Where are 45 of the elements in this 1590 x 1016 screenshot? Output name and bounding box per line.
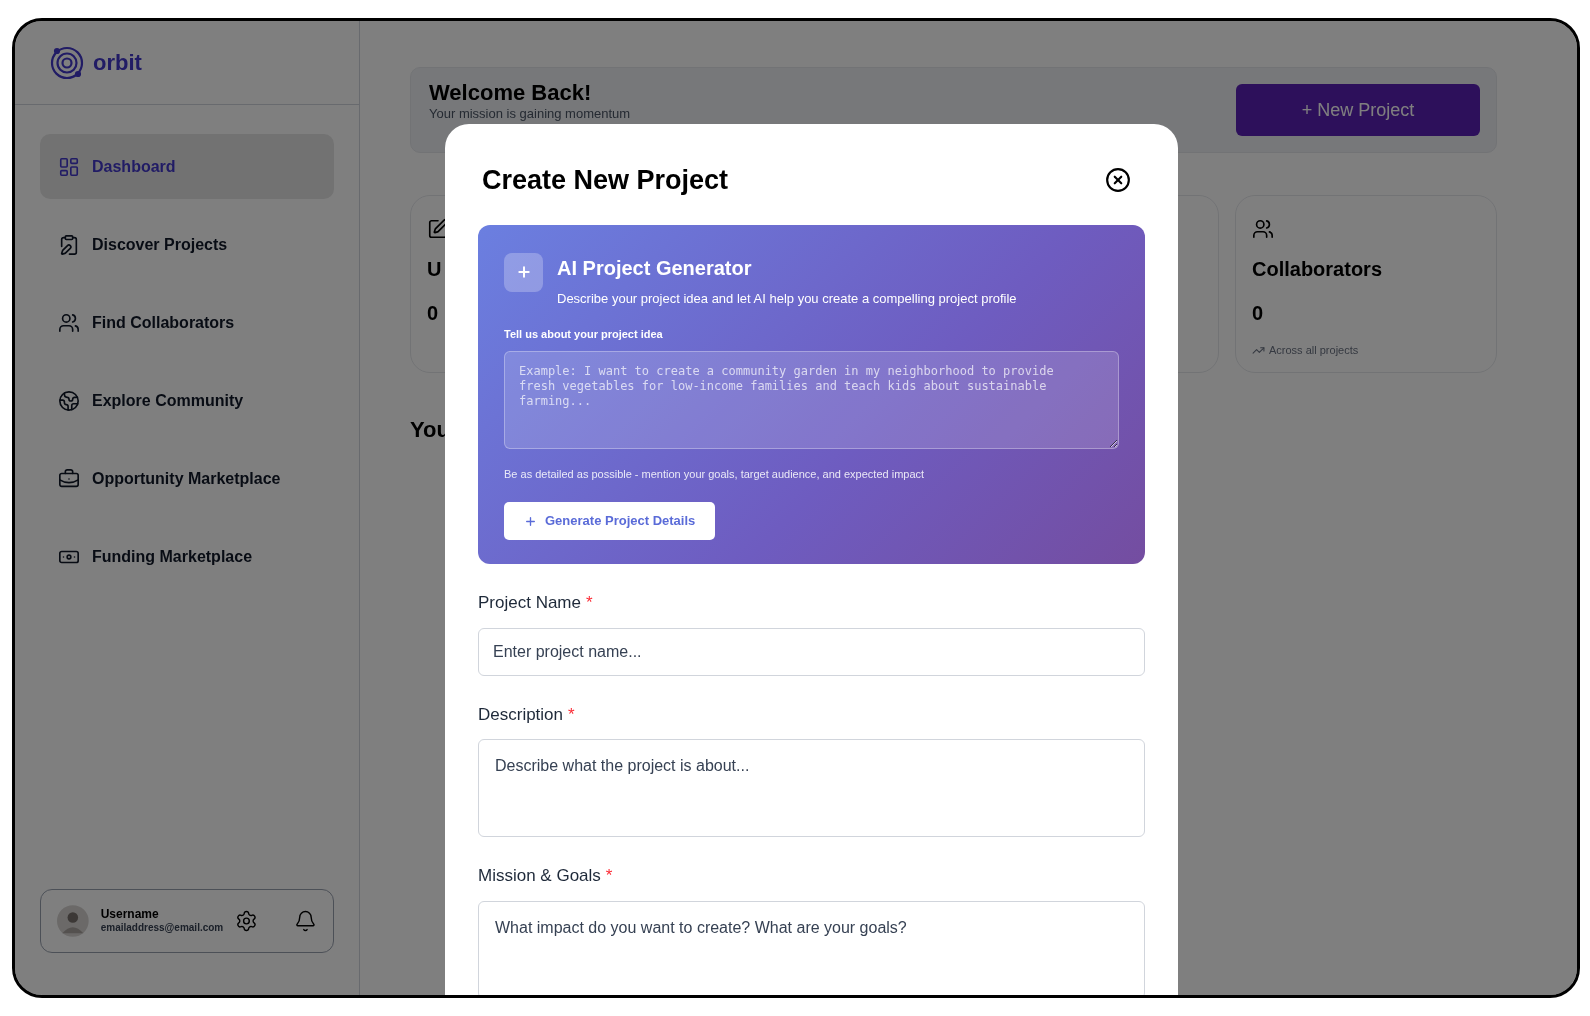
users-icon (58, 311, 80, 334)
sidebar-item[interactable]: Dashboard (40, 134, 334, 199)
briefcase-icon (58, 467, 80, 490)
plus-icon (515, 264, 532, 280)
dashboard-icon (58, 155, 80, 178)
field-label: Mission & Goals (478, 865, 601, 887)
generator-subtitle: Describe your project idea and let AI help you create a compelling project profile (557, 289, 1017, 308)
logo-text: orbit (93, 49, 142, 77)
settings-icon[interactable] (235, 908, 259, 934)
generate-button[interactable]: Generate Project Details (504, 502, 716, 540)
generator-title: AI Project Generator (557, 255, 753, 281)
bell-icon[interactable] (294, 908, 317, 934)
users-icon (1252, 218, 1274, 240)
welcome-title: Welcome Back! (429, 80, 592, 106)
sidebar-item[interactable]: Discover Projects (40, 212, 334, 277)
required-mark: * (605, 865, 613, 887)
required-mark: * (586, 592, 593, 614)
modal-title: Create New Project (482, 164, 729, 197)
text-area[interactable]: What impact do you want to create? What are your goals? (478, 900, 1145, 995)
stat-title: Collaborators (1252, 257, 1383, 282)
sidebar-item[interactable]: Find Collaborators (40, 290, 334, 355)
sidebar-item[interactable]: Opportunity Marketplace (40, 446, 334, 511)
clipboard-icon (58, 233, 80, 256)
stat-note: Across all projects (1269, 343, 1359, 358)
stat-value: 0 (427, 301, 439, 326)
required-mark: * (568, 703, 575, 726)
idea-hint: Be as detailed as possible - mention your goals, target audience, and expected impact (504, 466, 925, 482)
idea-label: Tell us about your project idea (504, 327, 663, 342)
globe-icon (58, 389, 80, 412)
close-icon[interactable] (1105, 167, 1131, 194)
logo-icon (49, 44, 85, 81)
user-email: emailaddress@email.com (100, 922, 224, 935)
sidebar-item[interactable]: Explore Community (40, 368, 334, 433)
input-field[interactable]: Enter project name... (478, 627, 1145, 676)
sidebar-item[interactable]: Funding Marketplace (40, 524, 334, 589)
plus-icon (524, 514, 537, 528)
stat-value: 0 (1252, 301, 1264, 326)
welcome-subtitle: Your mission is gaining momentum (429, 106, 631, 121)
username: Username (100, 907, 160, 923)
field-label: Description (478, 703, 564, 726)
field-label: Project Name (478, 592, 581, 614)
avatar (57, 903, 89, 939)
stat-title: U (427, 257, 442, 282)
new-project-button[interactable]: + New Project (1236, 84, 1480, 136)
text-area[interactable]: Describe what the project is about... (478, 739, 1145, 837)
